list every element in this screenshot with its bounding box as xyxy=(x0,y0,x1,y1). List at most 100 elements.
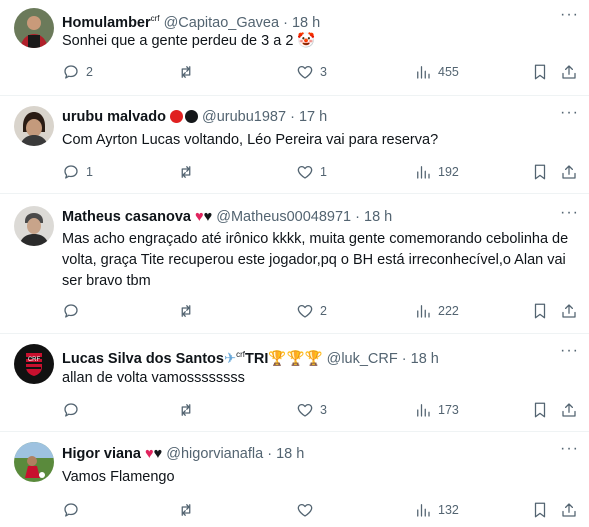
timestamp[interactable]: 18 h xyxy=(276,446,304,462)
more-icon[interactable]: ··· xyxy=(560,342,579,360)
like-icon xyxy=(296,302,314,320)
reply-icon xyxy=(62,501,80,519)
timestamp[interactable]: 17 h xyxy=(299,109,327,125)
black-circle-icon xyxy=(184,110,198,123)
retweet-button[interactable] xyxy=(177,401,201,419)
share-icon xyxy=(560,501,578,519)
reply-feed: Homulambercrf @Capitao_Gavea · 18 h ··· … xyxy=(0,0,589,527)
retweet-button[interactable] xyxy=(177,302,201,320)
avatar[interactable]: CRF xyxy=(14,344,54,384)
tweet-header: Higor viana ♥♥ @higorvianafla · 18 h xyxy=(62,445,304,463)
reply-count: 2 xyxy=(86,65,93,79)
tweet-matheus-casanova[interactable]: Matheus casanova ♥♥ @Matheus00048971 · 1… xyxy=(0,194,589,334)
bookmark-icon xyxy=(531,63,549,81)
retweet-button[interactable] xyxy=(177,63,201,81)
reply-icon xyxy=(62,163,80,181)
handle[interactable]: @Matheus00048971 xyxy=(216,209,351,225)
more-icon[interactable]: ··· xyxy=(560,204,579,222)
views-button[interactable]: 173 xyxy=(414,401,459,419)
share-button[interactable] xyxy=(560,163,578,181)
reply-button[interactable] xyxy=(62,401,86,419)
reply-icon xyxy=(62,63,80,81)
more-icon[interactable]: ··· xyxy=(560,440,579,458)
handle[interactable]: @higorvianafla xyxy=(166,446,263,462)
timestamp[interactable]: 18 h xyxy=(411,351,439,367)
like-icon xyxy=(296,401,314,419)
more-icon[interactable]: ··· xyxy=(560,6,579,24)
views-button[interactable]: 222 xyxy=(414,302,459,320)
views-button[interactable]: 132 xyxy=(414,501,459,519)
retweet-icon xyxy=(177,302,195,320)
timestamp[interactable]: 18 h xyxy=(364,209,392,225)
share-icon xyxy=(560,163,578,181)
like-icon xyxy=(296,163,314,181)
views-button[interactable]: 455 xyxy=(414,63,459,81)
red-heart-icon: ♥ xyxy=(145,446,154,462)
reply-button[interactable] xyxy=(62,302,86,320)
views-count: 455 xyxy=(438,65,459,79)
retweet-button[interactable] xyxy=(177,501,201,519)
display-name[interactable]: Homulamber xyxy=(62,15,151,31)
bookmark-button[interactable] xyxy=(531,401,549,419)
more-icon[interactable]: ··· xyxy=(560,104,579,122)
like-button[interactable] xyxy=(296,501,320,519)
bookmark-button[interactable] xyxy=(531,163,549,181)
share-button[interactable] xyxy=(560,302,578,320)
tweet-header: Matheus casanova ♥♥ @Matheus00048971 · 1… xyxy=(62,208,392,226)
retweet-icon xyxy=(177,501,195,519)
retweet-button[interactable] xyxy=(177,163,201,181)
bookmark-icon xyxy=(531,163,549,181)
tweet-higor-viana[interactable]: Higor viana ♥♥ @higorvianafla · 18 h ···… xyxy=(0,432,589,527)
like-button[interactable]: 1 xyxy=(296,163,327,181)
tweet-actions: 2 3 455 xyxy=(62,63,579,83)
views-icon xyxy=(414,501,432,519)
like-button[interactable]: 3 xyxy=(296,401,327,419)
name-tri: TRI xyxy=(245,350,269,367)
avatar[interactable] xyxy=(14,106,54,146)
share-button[interactable] xyxy=(560,63,578,81)
display-name[interactable]: Lucas Silva dos Santos xyxy=(62,351,224,367)
tweet-homulamber[interactable]: Homulambercrf @Capitao_Gavea · 18 h ··· … xyxy=(0,0,589,96)
bookmark-button[interactable] xyxy=(531,302,549,320)
separator: · xyxy=(355,209,360,225)
reply-button[interactable]: 2 xyxy=(62,63,93,81)
red-heart-icon: ♥ xyxy=(194,209,204,225)
separator: · xyxy=(290,109,295,125)
tweet-text: Sonhei que a gente perdeu de 3 a 2 🤡 xyxy=(62,33,316,49)
like-icon xyxy=(296,63,314,81)
timestamp[interactable]: 18 h xyxy=(292,15,320,31)
bookmark-button[interactable] xyxy=(531,501,549,519)
handle[interactable]: @Capitao_Gavea xyxy=(164,15,279,31)
bookmark-icon xyxy=(531,302,549,320)
avatar[interactable] xyxy=(14,206,54,246)
retweet-icon xyxy=(177,63,195,81)
bookmark-button[interactable] xyxy=(531,63,549,81)
avatar[interactable] xyxy=(14,442,54,482)
tweet-text: Vamos Flamengo xyxy=(62,469,175,485)
like-icon xyxy=(296,501,314,519)
like-count: 3 xyxy=(320,403,327,417)
reply-button[interactable] xyxy=(62,501,86,519)
views-icon xyxy=(414,163,432,181)
handle[interactable]: @urubu1987 xyxy=(202,109,286,125)
display-name[interactable]: Higor viana xyxy=(62,446,141,462)
views-button[interactable]: 192 xyxy=(414,163,459,181)
tweet-urubu-malvado[interactable]: urubu malvado @urubu1987 · 17 h ··· Com … xyxy=(0,96,589,194)
avatar[interactable] xyxy=(14,8,54,48)
tweet-actions: 1 1 192 xyxy=(62,163,579,183)
reply-icon xyxy=(62,302,80,320)
separator: · xyxy=(267,446,273,462)
display-name[interactable]: Matheus casanova xyxy=(62,209,191,225)
retweet-icon xyxy=(177,401,195,419)
like-button[interactable]: 3 xyxy=(296,63,327,81)
reply-button[interactable]: 1 xyxy=(62,163,93,181)
views-count: 192 xyxy=(438,165,459,179)
display-name[interactable]: urubu malvado xyxy=(62,109,166,125)
handle[interactable]: @luk_CRF xyxy=(327,351,398,367)
trophy-icon: 🏆🏆🏆 xyxy=(268,350,323,367)
name-suffix: crf xyxy=(236,350,246,359)
like-button[interactable]: 2 xyxy=(296,302,327,320)
share-button[interactable] xyxy=(560,401,578,419)
tweet-lucas-silva[interactable]: CRF Lucas Silva dos Santos✈crfTRI🏆🏆🏆 @lu… xyxy=(0,334,589,432)
share-button[interactable] xyxy=(560,501,578,519)
